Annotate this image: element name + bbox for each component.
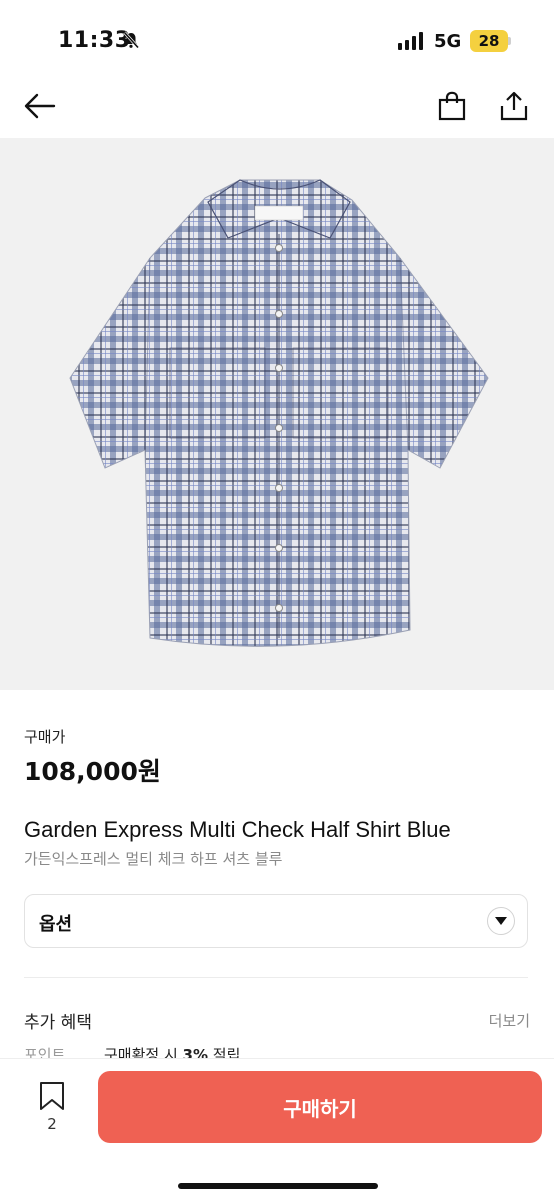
share-icon (500, 91, 528, 125)
battery-level: 28 (478, 32, 500, 50)
nav-bar (0, 78, 554, 138)
bookmark-button[interactable]: 2 (30, 1081, 74, 1141)
bell-off-icon (122, 31, 140, 53)
product-name-english: Garden Express Multi Check Half Shirt Bl… (24, 817, 451, 842)
price-value: 108,000원 (24, 757, 161, 786)
benefits-more-link[interactable]: 더보기 (489, 1010, 530, 1031)
points-row: 포인트 구매확정 시 3% 적립 (0, 1040, 554, 1058)
benefits-title: 추가 혜택 (24, 1013, 92, 1033)
share-button[interactable] (492, 86, 536, 130)
buy-button[interactable]: 구매하기 (98, 1071, 542, 1143)
bookmark-icon (38, 1081, 66, 1115)
points-text-suffix: 적립 (208, 1046, 241, 1058)
back-button[interactable] (18, 86, 62, 130)
bottom-action-bar: 2 구매하기 (0, 1058, 554, 1201)
price-label: 구매가 (24, 728, 66, 746)
shopping-bag-icon (438, 91, 466, 125)
status-bar: 11:33 5G 28 (0, 0, 554, 78)
option-label: 옵션 (39, 914, 73, 935)
product-name-korean: 가든익스프레스 멀티 체크 하프 셔츠 블루 (24, 850, 283, 868)
points-text: 구매확정 시 3% 적립 (104, 1044, 240, 1058)
network-type: 5G (434, 31, 462, 52)
cellular-signal-icon (398, 32, 423, 50)
product-image[interactable] (0, 138, 554, 690)
option-selector[interactable]: 옵션 (24, 894, 528, 948)
points-rate: 3% (182, 1046, 209, 1058)
home-indicator (178, 1183, 378, 1189)
chevron-down-icon[interactable] (487, 907, 515, 935)
status-time: 11:33 (58, 28, 131, 53)
bookmark-count: 2 (47, 1115, 57, 1133)
points-text-prefix: 구매확정 시 (104, 1046, 183, 1058)
arrow-left-icon (24, 93, 56, 123)
section-divider (24, 977, 528, 978)
battery-tip (508, 37, 511, 45)
points-label: 포인트 (24, 1046, 66, 1058)
battery-icon: 28 (470, 30, 508, 52)
cart-button[interactable] (430, 86, 474, 130)
